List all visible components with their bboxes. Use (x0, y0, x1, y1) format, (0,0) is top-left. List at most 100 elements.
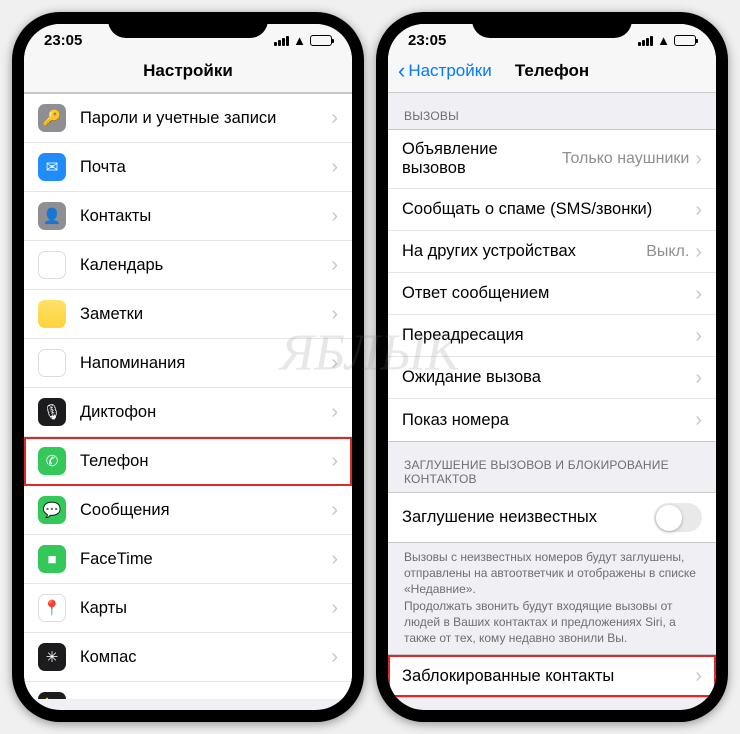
settings-row-notes[interactable]: Заметки› (24, 290, 352, 339)
row-label: Почта (80, 158, 331, 177)
row-сообщать-о-спаме-sms-звонки-[interactable]: Сообщать о спаме (SMS/звонки)› (388, 189, 716, 231)
chevron-right-icon: › (331, 353, 338, 373)
battery-icon (310, 35, 332, 46)
phone-frame-left: 23:05 ▲ Настройки 🔑 Пароли и учетные запи… (12, 12, 364, 722)
signal-icon (638, 36, 653, 46)
status-time: 23:05 (408, 32, 468, 49)
chevron-right-icon: › (695, 410, 702, 430)
back-label: Настройки (408, 61, 491, 81)
ft-icon: ■ (38, 545, 66, 573)
settings-row-phone[interactable]: ✆ Телефон› (24, 437, 352, 486)
row-label: Напоминания (80, 354, 331, 373)
row-ответ-сообщением[interactable]: Ответ сообщением› (388, 273, 716, 315)
chevron-right-icon: › (695, 200, 702, 220)
msg-icon: 💬 (38, 496, 66, 524)
row-показ-номера[interactable]: Показ номера› (388, 399, 716, 441)
row-label: Календарь (80, 256, 331, 275)
wifi-icon: ▲ (293, 33, 306, 48)
chevron-right-icon: › (331, 304, 338, 324)
signal-icon (274, 36, 289, 46)
chevron-right-icon: › (695, 368, 702, 388)
row-label: Ответ сообщением (402, 284, 695, 303)
row-на-других-устройствах[interactable]: На других устройствахВыкл.› (388, 231, 716, 273)
row-label: Компас (80, 648, 331, 667)
row-объявление-вызовов[interactable]: Объявление вызововТолько наушники › (388, 130, 716, 189)
settings-row-contacts[interactable]: 👤 Контакты› (24, 192, 352, 241)
back-button[interactable]: ‹ Настройки (398, 60, 492, 82)
wifi-icon: ▲ (657, 33, 670, 48)
row-label: Переадресация (402, 326, 695, 345)
settings-row-measure[interactable]: 📏 Рулетка› (24, 682, 352, 699)
page-title: Телефон (515, 61, 589, 81)
compass-icon: ✳ (38, 643, 66, 671)
battery-icon (674, 35, 696, 46)
notes-icon (38, 300, 66, 328)
row-label: Диктофон (80, 403, 331, 422)
voice-icon: 🎙 (38, 398, 66, 426)
settings-row-ft[interactable]: ■ FaceTime› (24, 535, 352, 584)
status-time: 23:05 (44, 32, 104, 49)
row-label: Сообщения (80, 501, 331, 520)
row-label: Ожидание вызова (402, 368, 695, 387)
phone-icon: ✆ (38, 447, 66, 475)
chevron-right-icon: › (331, 647, 338, 667)
nav-bar: ‹ Настройки Телефон (388, 53, 716, 93)
chevron-right-icon: › (331, 500, 338, 520)
settings-row-msg[interactable]: 💬 Сообщения› (24, 486, 352, 535)
chevron-right-icon: › (331, 402, 338, 422)
row-label: FaceTime (80, 550, 331, 569)
key-icon: 🔑 (38, 104, 66, 132)
cal-icon (38, 251, 66, 279)
section-header-silence: ЗАГЛУШЕНИЕ ВЫЗОВОВ И БЛОКИРОВАНИЕ КОНТАК… (388, 442, 716, 492)
row-label: На других устройствах (402, 242, 646, 261)
nav-bar: Настройки (24, 53, 352, 93)
row-label: Заблокированные контакты (402, 667, 695, 686)
row-silence-unknown[interactable]: Заглушение неизвестных (388, 493, 716, 542)
notch (472, 12, 632, 38)
chevron-right-icon: › (331, 157, 338, 177)
row-label: Заглушение неизвестных (402, 508, 654, 527)
maps-icon: 📍 (38, 594, 66, 622)
chevron-right-icon: › (695, 149, 702, 169)
row-label: Контакты (80, 207, 331, 226)
chevron-right-icon: › (331, 451, 338, 471)
chevron-right-icon: › (331, 206, 338, 226)
chevron-right-icon: › (331, 696, 338, 699)
chevron-right-icon: › (331, 255, 338, 275)
chevron-right-icon: › (695, 326, 702, 346)
settings-row-compass[interactable]: ✳ Компас› (24, 633, 352, 682)
remind-icon: • (38, 349, 66, 377)
row-value: Только наушники (562, 150, 689, 168)
contacts-icon: 👤 (38, 202, 66, 230)
settings-row-remind[interactable]: • Напоминания› (24, 339, 352, 388)
notch (108, 12, 268, 38)
chevron-right-icon: › (331, 108, 338, 128)
chevron-right-icon: › (695, 242, 702, 262)
row-переадресация[interactable]: Переадресация› (388, 315, 716, 357)
settings-row-key[interactable]: 🔑 Пароли и учетные записи› (24, 94, 352, 143)
chevron-right-icon: › (331, 598, 338, 618)
phone-frame-right: 23:05 ▲ ‹ Настройки Телефон ВЫЗОВЫ Объяв… (376, 12, 728, 722)
row-label: Объявление вызовов (402, 140, 562, 178)
row-label: Рулетка (80, 697, 331, 700)
settings-row-cal[interactable]: Календарь› (24, 241, 352, 290)
settings-row-maps[interactable]: 📍 Карты› (24, 584, 352, 633)
chevron-right-icon: › (695, 666, 702, 686)
row-label: Пароли и учетные записи (80, 109, 331, 128)
row-ожидание-вызова[interactable]: Ожидание вызова› (388, 357, 716, 399)
row-label: Телефон (80, 452, 331, 471)
measure-icon: 📏 (38, 692, 66, 699)
row-label: Показ номера (402, 411, 695, 430)
row-label: Заметки (80, 305, 331, 324)
row-label: Сообщать о спаме (SMS/звонки) (402, 200, 695, 219)
section-footer-silence: Вызовы с неизвестных номеров будут заглу… (388, 543, 716, 654)
chevron-left-icon: ‹ (398, 60, 405, 82)
chevron-right-icon: › (331, 549, 338, 569)
chevron-right-icon: › (695, 284, 702, 304)
settings-row-mail[interactable]: ✉Почта› (24, 143, 352, 192)
row-label: Карты (80, 599, 331, 618)
toggle-silence-unknown[interactable] (654, 503, 702, 532)
row-blocked-contacts[interactable]: Заблокированные контакты › (388, 655, 716, 697)
settings-row-voice[interactable]: 🎙 Диктофон› (24, 388, 352, 437)
section-header-calls: ВЫЗОВЫ (388, 93, 716, 129)
